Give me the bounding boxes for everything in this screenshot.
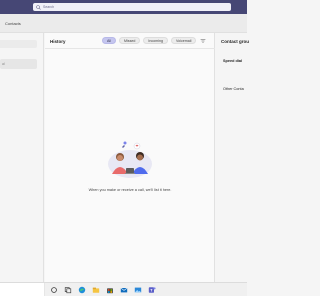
- taskbar: T: [0, 282, 247, 296]
- teams-icon[interactable]: T: [148, 286, 156, 294]
- sub-navigation: Contacts: [0, 14, 247, 33]
- filter-icon[interactable]: [200, 38, 206, 44]
- search-placeholder: Search: [43, 5, 55, 9]
- filter-missed-button[interactable]: Missed: [119, 37, 141, 44]
- left-panel: al: [0, 33, 44, 282]
- taskbar-search-area[interactable]: [0, 283, 45, 296]
- photos-icon[interactable]: [134, 286, 142, 294]
- file-explorer-icon[interactable]: [92, 286, 100, 294]
- mail-icon[interactable]: [120, 286, 128, 294]
- left-panel-item[interactable]: [0, 40, 37, 48]
- other-contacts-heading[interactable]: Other Conta: [223, 87, 244, 91]
- search-icon: [36, 4, 41, 10]
- tab-contacts[interactable]: Contacts: [5, 21, 21, 26]
- contact-groups-title: Contact grou: [221, 39, 249, 44]
- taskbar-icons: T: [50, 286, 156, 294]
- store-icon[interactable]: [106, 286, 114, 294]
- filter-incoming-button[interactable]: Incoming: [143, 37, 168, 44]
- search-icon[interactable]: [50, 286, 58, 294]
- dial-input[interactable]: al: [0, 59, 37, 69]
- speed-dial-heading[interactable]: Speed dial: [223, 59, 242, 63]
- filter-voicemail-button[interactable]: Voicemail: [170, 37, 197, 44]
- history-title: History: [50, 39, 66, 44]
- title-bar: Search: [0, 0, 247, 14]
- empty-history-message: When you make or receive a call, we'll l…: [88, 188, 172, 192]
- history-filters: All Missed Incoming Voicemail: [102, 37, 206, 44]
- edge-icon[interactable]: [78, 286, 86, 294]
- history-header: History All Missed Incoming Voicemail: [45, 33, 215, 49]
- history-panel: History All Missed Incoming Voicemail Wh…: [45, 33, 215, 282]
- teams-calls-window: Search Contacts al History All Missed In…: [0, 0, 249, 296]
- empty-history-illustration: [108, 141, 152, 178]
- search-box[interactable]: Search: [33, 3, 231, 11]
- task-view-icon[interactable]: [64, 286, 72, 294]
- filter-all-button[interactable]: All: [102, 37, 116, 44]
- contacts-panel: Contact grou Speed dial Other Conta: [216, 33, 249, 282]
